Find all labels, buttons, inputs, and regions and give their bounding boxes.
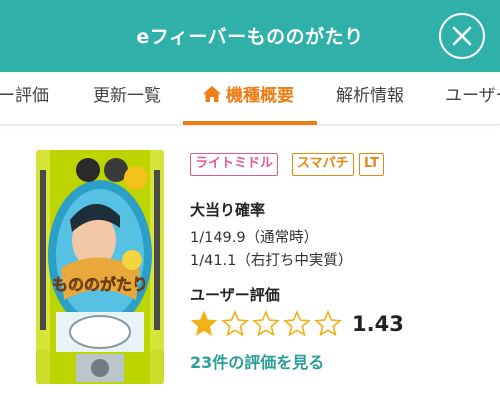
star-empty-icon <box>252 310 280 337</box>
star-empty-icon <box>221 310 249 337</box>
star-empty-icon <box>283 310 311 337</box>
tag-lt: LT <box>359 153 384 176</box>
star-empty-icon <box>314 310 342 337</box>
star-filled-icon <box>190 310 218 336</box>
rating-value: 1.43 <box>352 312 404 336</box>
tab-user-review[interactable]: ー評価 <box>0 72 49 124</box>
home-icon <box>203 86 221 102</box>
tab-model-overview[interactable]: 機種概要 <box>202 72 294 124</box>
tab-analysis-info[interactable]: 解析情報 <box>336 72 404 124</box>
close-icon <box>452 26 472 46</box>
tag-smapachi: スマパチ <box>292 153 354 176</box>
pachinko-machine-image[interactable]: もののがたり <box>36 150 164 384</box>
svg-text:もののがたり: もののがたり <box>52 275 148 294</box>
app-header: eフィーバーもののがたり <box>0 0 500 72</box>
tab-user[interactable]: ユーザー <box>445 72 500 124</box>
probability-normal: 1/149.9（通常時） <box>190 230 319 246</box>
tab-bar: ー評価 更新一覧 機種概要 解析情報 ユーザー <box>0 72 500 125</box>
page-title: eフィーバーもののがたり <box>136 26 364 48</box>
probability-right-hit: 1/41.1（右打ち中実質） <box>190 253 353 269</box>
active-tab-indicator <box>183 121 317 125</box>
user-rating-label: ユーザー評価 <box>190 286 280 304</box>
view-reviews-link[interactable]: 23件の評価を見る <box>190 349 324 373</box>
star-rating <box>190 310 350 340</box>
close-button[interactable] <box>439 13 485 59</box>
jackpot-probability-label: 大当り確率 <box>190 201 266 219</box>
tab-update-list[interactable]: 更新一覧 <box>93 72 161 124</box>
tag-light-middle: ライトミドル <box>190 153 279 176</box>
